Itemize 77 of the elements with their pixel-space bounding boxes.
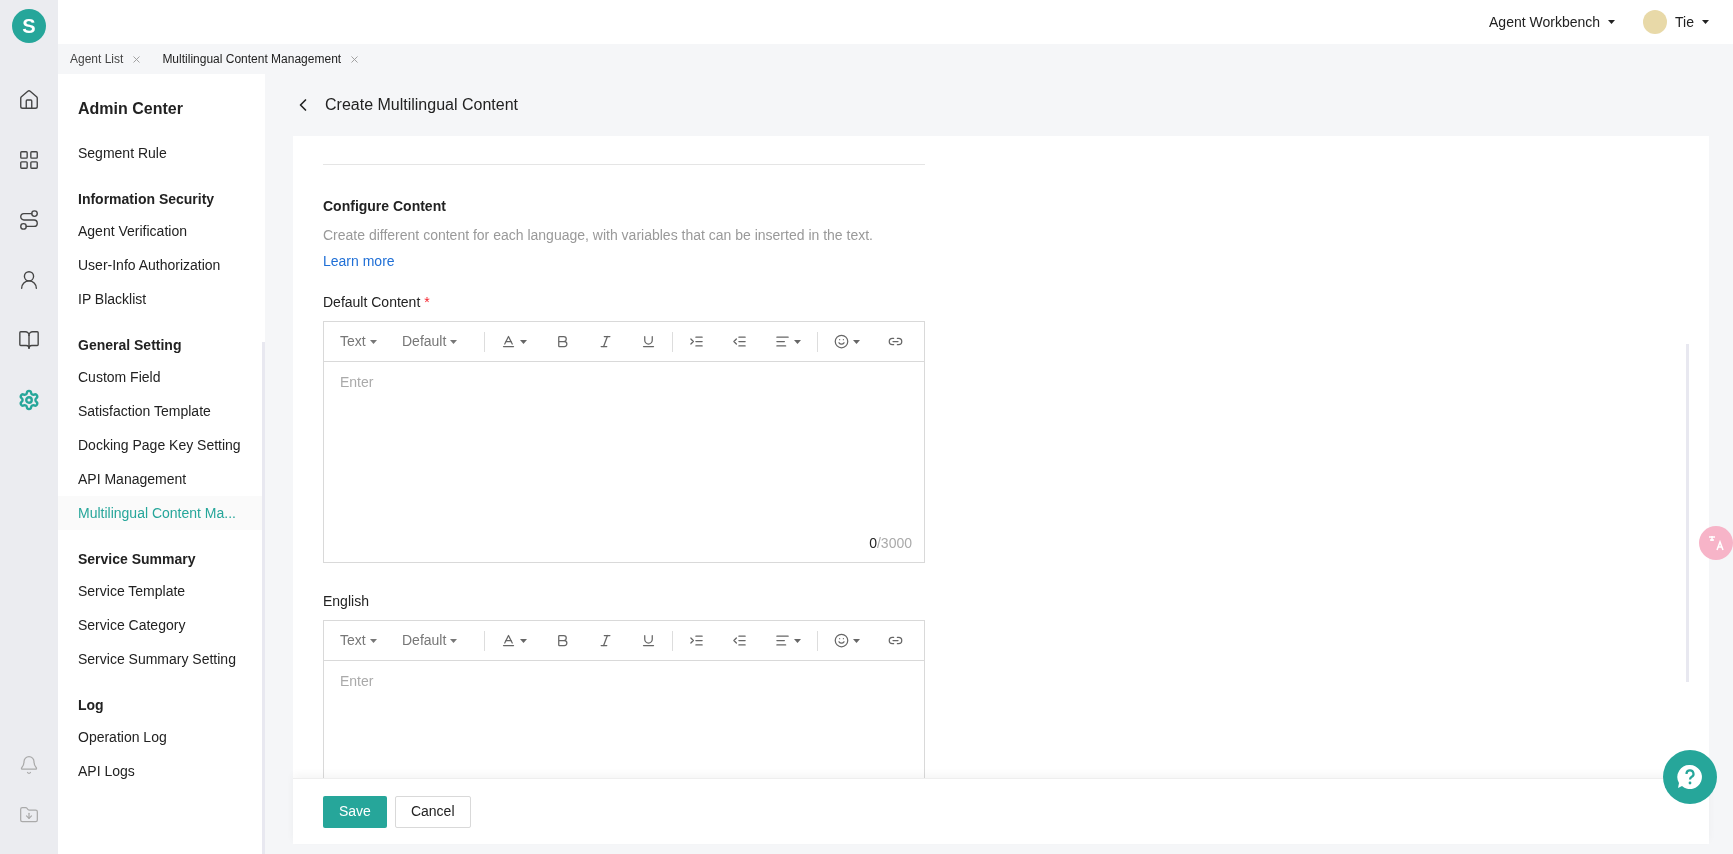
section-title: Configure Content [323,197,447,216]
sidebar-item[interactable]: Service Summary Setting [58,642,265,676]
format-dropdown[interactable]: Text [340,630,402,651]
editor-placeholder: Enter [340,673,374,689]
settings-icon[interactable] [18,389,40,411]
sidebar-group-title: General Setting [77,335,183,355]
rich-text-editor[interactable]: Text Default Enter [323,620,925,778]
caret-icon [794,638,801,643]
caret-icon [369,638,377,643]
sidebar-item[interactable]: Agent Verification [58,214,265,248]
sidebar-item[interactable]: Segment Rule [58,136,265,170]
font-dropdown[interactable]: Default [402,630,484,651]
bold-icon [555,633,570,648]
sidebar-group-title: Service Summary [77,549,197,569]
editor-placeholder: Enter [340,374,374,390]
italic-icon [598,334,613,349]
help-icon [1676,763,1704,791]
caret-icon [369,339,377,344]
book-icon[interactable] [18,329,40,351]
sidebar-item[interactable]: User-Info Authorization [58,248,265,282]
caret-icon [1702,20,1709,24]
emoji-icon [834,334,849,349]
caret-icon [450,638,458,643]
home-icon[interactable] [18,89,40,111]
field-label: English [323,593,369,609]
font-dropdown[interactable]: Default [402,331,484,352]
format-dropdown[interactable]: Text [340,331,402,352]
sidebar-item[interactable]: API Management [58,462,265,496]
bold-icon [555,334,570,349]
sidebar-item[interactable]: Docking Page Key Setting [58,428,265,462]
route-icon[interactable] [18,209,40,231]
person-icon[interactable] [18,269,40,291]
font-color-icon [501,633,516,648]
sidebar-group-title: Log [77,695,105,715]
underline-icon [641,334,656,349]
page-title: Create Multilingual Content [325,95,518,115]
sidebar-item[interactable]: Service Template [58,574,265,608]
caret-icon [520,339,527,344]
outdent-icon [732,633,747,648]
outdent-icon [732,334,747,349]
indent-icon [689,633,704,648]
caret-icon [450,339,458,344]
sidebar-item[interactable]: Service Category [58,608,265,642]
sidebar-item[interactable]: Custom Field [58,360,265,394]
character-limit: /3000 [876,535,912,551]
sidebar-item[interactable]: Satisfaction Template [58,394,265,428]
font-color-icon [501,334,516,349]
caret-icon [853,638,860,643]
rich-text-editor[interactable]: Text Default Enter 0/3000 [323,321,925,563]
align-icon [775,633,790,648]
help-button[interactable] [1663,750,1717,804]
user-menu[interactable]: Tie [1675,11,1709,33]
page-tab[interactable]: Agent List [70,50,124,68]
learn-more-link[interactable]: Learn more [323,251,395,272]
required-mark: * [424,294,430,310]
section-description: Create different content for each language, with variables that can be inserted in the text. [323,226,874,245]
sidebar-item[interactable]: IP Blacklist [58,282,265,316]
emoji-icon [834,633,849,648]
underline-icon [641,633,656,648]
caret-icon [853,339,860,344]
page-tab[interactable]: Multilingual Content Management [162,50,342,68]
indent-icon [689,334,704,349]
field-label: Default Content [323,294,421,310]
workspace-dropdown[interactable]: Agent Workbench [1489,11,1616,33]
sidebar-item[interactable]: Operation Log [58,720,265,754]
caret-icon [794,339,801,344]
caret-icon [1608,20,1616,24]
avatar [1643,10,1668,34]
sidebar-group-title: Information Security [77,189,216,209]
grid-icon[interactable] [18,149,40,171]
cancel-button[interactable]: Cancel [394,795,471,828]
align-icon [775,334,790,349]
caret-icon [520,638,527,643]
italic-icon [598,633,613,648]
sidebar-title: Admin Center [77,99,184,119]
character-count: 0 [869,535,877,551]
sidebar-item[interactable]: API Logs [58,754,265,788]
